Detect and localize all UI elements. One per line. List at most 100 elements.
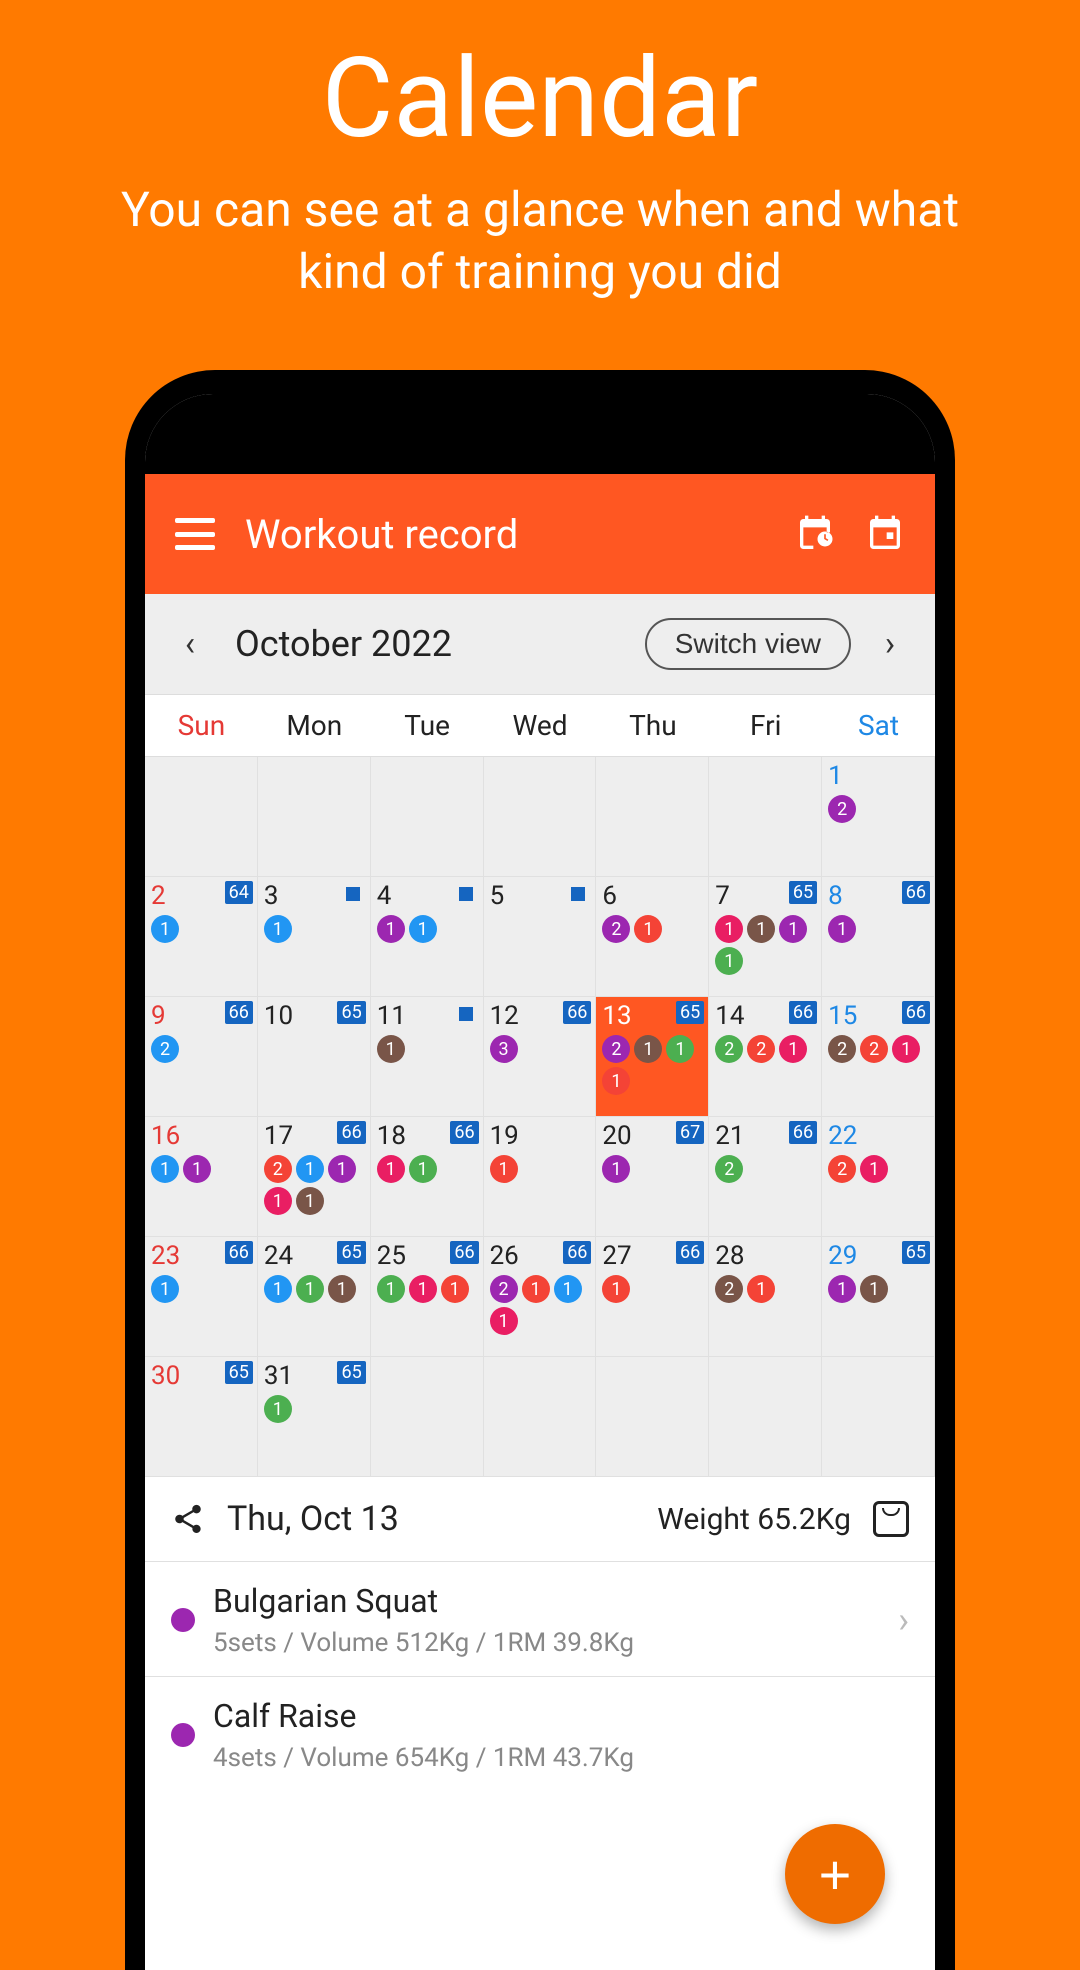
calendar-cell[interactable]: 411 — [371, 877, 484, 997]
calendar-cell[interactable]: 5 — [484, 877, 597, 997]
calendar-cell[interactable]: 12 — [822, 757, 935, 877]
calendar-cell — [258, 757, 371, 877]
exercise-name: Calf Raise — [213, 1697, 909, 1735]
dot-row: 11 — [828, 1275, 928, 1303]
workout-dot: 1 — [151, 915, 179, 943]
calendar-cell[interactable]: 2821 — [709, 1237, 822, 1357]
dot-row: 1 — [828, 915, 928, 943]
workout-dot: 1 — [634, 915, 662, 943]
weight-badge: 64 — [225, 881, 253, 904]
weight-badge: 65 — [337, 1241, 365, 1264]
next-month-icon[interactable]: › — [865, 624, 915, 664]
workout-dot: 1 — [377, 1155, 405, 1183]
workout-dot: 1 — [409, 1275, 437, 1303]
calendar-cell — [371, 1357, 484, 1477]
weight-badge: 66 — [563, 1001, 591, 1024]
dot-row: 21 — [828, 1155, 928, 1183]
calendar-cell[interactable]: 2221 — [822, 1117, 935, 1237]
calendar-cell[interactable]: 3065 — [145, 1357, 258, 1477]
weight-badge: 66 — [789, 1121, 817, 1144]
weight-badge: 65 — [337, 1361, 365, 1384]
workout-dot: 1 — [264, 1275, 292, 1303]
calendar-cell[interactable]: 191 — [484, 1117, 597, 1237]
menu-icon[interactable] — [175, 518, 215, 550]
add-button[interactable]: + — [785, 1824, 885, 1924]
exercise-body: Bulgarian Squat5sets / Volume 512Kg / 1R… — [213, 1582, 880, 1658]
workout-dot: 2 — [828, 1035, 856, 1063]
calendar-cell[interactable]: 21662 — [709, 1117, 822, 1237]
workout-dot: 1 — [522, 1275, 550, 1303]
workout-dot: 1 — [828, 1275, 856, 1303]
workout-dot: 1 — [602, 1275, 630, 1303]
workout-dot: 1 — [490, 1307, 518, 1335]
weight-badge: 66 — [789, 1001, 817, 1024]
workout-dot: 1 — [860, 1155, 888, 1183]
calendar-cell — [709, 1357, 822, 1477]
calendar-cell[interactable]: 13652111 — [596, 997, 709, 1117]
share-icon[interactable] — [171, 1502, 205, 1536]
dot-row: 11 — [377, 1155, 477, 1183]
workout-dot: 1 — [779, 915, 807, 943]
exercise-meta: 4sets / Volume 654Kg / 1RM 43.7Kg — [213, 1743, 909, 1773]
workout-dot: 2 — [828, 1155, 856, 1183]
calendar-cell[interactable]: 31651 — [258, 1357, 371, 1477]
calendar-cell[interactable]: 621 — [596, 877, 709, 997]
workout-dot: 2 — [602, 1035, 630, 1063]
calendar-cell[interactable]: 26662111 — [484, 1237, 597, 1357]
calendar-cell — [145, 757, 258, 877]
dot-row: 221 — [828, 1035, 928, 1063]
calendar-cell[interactable]: 20671 — [596, 1117, 709, 1237]
calendar-cell[interactable]: 7651111 — [709, 877, 822, 997]
workout-dot: 1 — [747, 1275, 775, 1303]
promo-title: Calendar — [0, 0, 1080, 163]
exercise-row[interactable]: Calf Raise 4sets / Volume 654Kg / 1RM 43.… — [145, 1676, 935, 1791]
workout-dot: 1 — [296, 1155, 324, 1183]
dow-label: Sun — [145, 695, 258, 756]
scale-icon[interactable] — [873, 1501, 909, 1537]
calendar-cell[interactable]: 2641 — [145, 877, 258, 997]
calendar-cell[interactable]: 1065 — [258, 997, 371, 1117]
calendar-cell[interactable]: 1611 — [145, 1117, 258, 1237]
prev-month-icon[interactable]: ‹ — [165, 624, 215, 664]
calendar-cell — [596, 1357, 709, 1477]
calendar-cell[interactable]: 1566221 — [822, 997, 935, 1117]
calendar-cell[interactable]: 111 — [371, 997, 484, 1117]
workout-dot: 1 — [409, 915, 437, 943]
calendar-cell[interactable]: 9662 — [145, 997, 258, 1117]
weight-badge: 65 — [225, 1361, 253, 1384]
workout-dot: 3 — [490, 1035, 518, 1063]
workout-dot: 1 — [264, 915, 292, 943]
calendar-cell[interactable]: 2566111 — [371, 1237, 484, 1357]
weight-badge: 66 — [563, 1241, 591, 1264]
exercise-row[interactable]: Bulgarian Squat5sets / Volume 512Kg / 1R… — [145, 1561, 935, 1676]
workout-dot: 2 — [715, 1035, 743, 1063]
workout-dot: 1 — [554, 1275, 582, 1303]
calendar-cell — [484, 757, 597, 877]
calendar-cell[interactable]: 31 — [258, 877, 371, 997]
weight-badge: 66 — [676, 1241, 704, 1264]
workout-dot: 2 — [860, 1035, 888, 1063]
detail-panel: Thu, Oct 13 Weight 65.2Kg Bulgarian Squa… — [145, 1477, 935, 1970]
dot-row: 2111 — [602, 1035, 702, 1095]
workout-dot: 1 — [377, 915, 405, 943]
calendar-cell[interactable]: 296511 — [822, 1237, 935, 1357]
calendar-cell[interactable]: 8661 — [822, 877, 935, 997]
exercise-color-dot — [171, 1608, 195, 1632]
switch-view-button[interactable]: Switch view — [645, 618, 851, 670]
calendar-cell[interactable]: 176621111 — [258, 1117, 371, 1237]
promo-subtitle: You can see at a glance when and what ki… — [0, 163, 1080, 304]
phone-frame: Workout record ‹ October 2022 Switch vie… — [125, 370, 955, 1970]
history-calendar-icon[interactable] — [795, 514, 835, 554]
calendar-cell[interactable]: 23661 — [145, 1237, 258, 1357]
calendar-cell[interactable]: 12663 — [484, 997, 597, 1117]
calendar-cell[interactable]: 27661 — [596, 1237, 709, 1357]
workout-dot: 1 — [151, 1275, 179, 1303]
calendar-cell[interactable]: 2465111 — [258, 1237, 371, 1357]
calendar-cell[interactable]: 186611 — [371, 1117, 484, 1237]
today-calendar-icon[interactable] — [865, 514, 905, 554]
marker-square — [459, 1007, 473, 1021]
workout-dot: 1 — [441, 1275, 469, 1303]
calendar-cell — [709, 757, 822, 877]
calendar-cell[interactable]: 1466221 — [709, 997, 822, 1117]
month-label: October 2022 — [215, 623, 452, 665]
